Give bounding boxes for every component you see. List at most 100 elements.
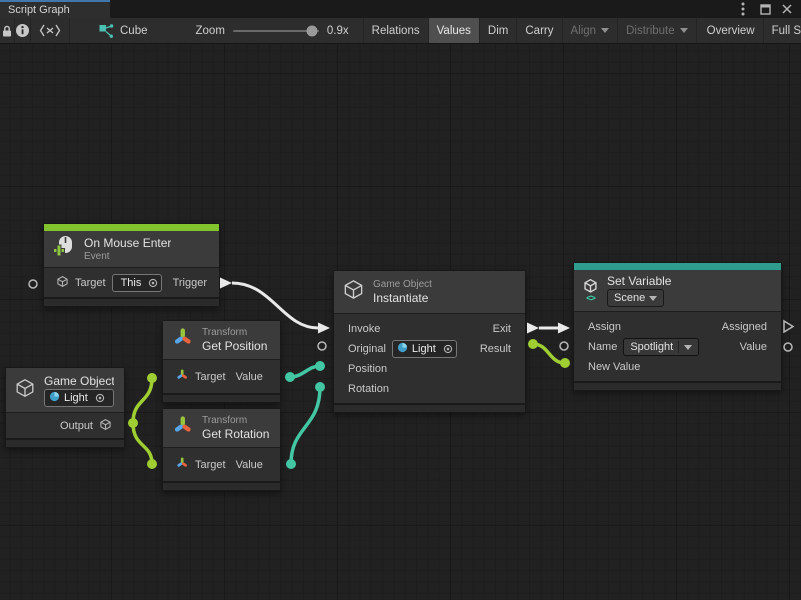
node-footer bbox=[334, 403, 525, 412]
zoom-label: Zoom bbox=[196, 25, 225, 37]
carry-button[interactable]: Carry bbox=[517, 18, 562, 43]
cube-icon bbox=[14, 377, 36, 404]
graph-icon bbox=[98, 23, 114, 39]
port-label-exit: Exit bbox=[493, 323, 511, 335]
variable-scope-dropdown[interactable]: Scene bbox=[607, 289, 664, 307]
object-picker-icon[interactable] bbox=[92, 393, 108, 403]
port-getrotation-target[interactable] bbox=[147, 459, 157, 469]
port-label-trigger: Trigger bbox=[173, 277, 207, 289]
node-title: Game Object bbox=[44, 374, 114, 388]
node-subtitle: Event bbox=[84, 251, 171, 262]
transform-icon bbox=[175, 368, 189, 385]
node-game-object-light[interactable]: Game Object Light Output bbox=[5, 367, 125, 448]
port-position[interactable] bbox=[315, 361, 325, 371]
transform-icon bbox=[171, 326, 194, 354]
graph-context: Cube bbox=[88, 18, 158, 43]
node-get-position[interactable]: Transform Get Position Target Value bbox=[162, 320, 281, 403]
node-footer bbox=[6, 438, 124, 447]
align-button[interactable]: Align bbox=[563, 18, 619, 43]
port-label-value: Value bbox=[236, 459, 263, 471]
port-label-value: Value bbox=[236, 371, 263, 383]
port-label-position: Position bbox=[348, 363, 387, 375]
node-get-rotation[interactable]: Transform Get Rotation Target Value bbox=[162, 408, 281, 491]
variable-color-bar bbox=[574, 263, 781, 270]
chevron-down-icon bbox=[601, 28, 609, 33]
tab-script-graph[interactable]: Script Graph bbox=[0, 0, 110, 18]
port-label-assign: Assign bbox=[588, 321, 621, 333]
node-title: Get Position bbox=[202, 339, 267, 353]
port-getposition-value[interactable] bbox=[285, 372, 295, 382]
chevron-down-icon bbox=[649, 296, 657, 301]
port-label-result: Result bbox=[480, 343, 511, 355]
node-on-mouse-enter[interactable]: On Mouse Enter Event Target This Trigger bbox=[43, 223, 220, 307]
kebab-menu-icon[interactable] bbox=[737, 3, 749, 15]
window-controls bbox=[737, 0, 801, 18]
unity-logo-icon: <> bbox=[582, 279, 599, 302]
cube-icon bbox=[56, 275, 69, 291]
port-result[interactable] bbox=[528, 339, 538, 349]
port-label-assigned: Assigned bbox=[722, 321, 767, 333]
lock-button[interactable] bbox=[0, 18, 15, 43]
port-label-output: Output bbox=[60, 420, 93, 432]
mouse-event-icon bbox=[52, 235, 76, 264]
graph-name: Cube bbox=[120, 25, 148, 37]
node-title: Get Rotation bbox=[202, 427, 269, 441]
close-icon[interactable] bbox=[781, 3, 793, 15]
values-button[interactable]: Values bbox=[429, 18, 480, 43]
port-getposition-target[interactable] bbox=[147, 373, 157, 383]
tab-bar: Script Graph bbox=[0, 0, 801, 18]
port-rotation[interactable] bbox=[315, 382, 325, 392]
original-object-field[interactable]: Light bbox=[392, 340, 457, 358]
port-output[interactable] bbox=[128, 418, 138, 428]
node-group: Game Object bbox=[373, 279, 432, 290]
transform-icon bbox=[171, 414, 194, 442]
info-icon bbox=[15, 23, 30, 38]
port-label-target: Target bbox=[195, 459, 226, 471]
zoom-slider[interactable] bbox=[233, 30, 319, 32]
node-set-variable[interactable]: <> Set Variable Scene Assign Assigned Na… bbox=[573, 262, 782, 391]
event-color-bar bbox=[44, 224, 219, 231]
dim-button[interactable]: Dim bbox=[480, 18, 517, 43]
node-group: Transform bbox=[202, 327, 267, 338]
node-title: Set Variable bbox=[607, 274, 671, 288]
variable-name-dropdown[interactable]: Spotlight bbox=[623, 338, 699, 356]
zoom-value: 0.9x bbox=[327, 25, 349, 37]
port-label-target: Target bbox=[195, 371, 226, 383]
info-button[interactable] bbox=[15, 18, 31, 43]
unity-object-icon bbox=[397, 342, 408, 356]
relations-button[interactable]: Relations bbox=[363, 18, 429, 43]
cube-icon bbox=[342, 278, 365, 306]
node-footer bbox=[163, 481, 280, 490]
port-label-target: Target bbox=[75, 277, 106, 289]
node-group: Transform bbox=[202, 415, 269, 426]
zoom-slider-handle[interactable] bbox=[307, 25, 318, 36]
this-object-field[interactable]: This bbox=[112, 274, 163, 292]
tab-title: Script Graph bbox=[8, 4, 70, 16]
node-footer bbox=[163, 393, 280, 402]
node-footer bbox=[574, 381, 781, 390]
node-instantiate[interactable]: Game Object Instantiate Invoke Exit Orig… bbox=[333, 270, 526, 413]
fullscreen-button[interactable]: Full Screen bbox=[764, 18, 801, 43]
node-title: On Mouse Enter bbox=[84, 236, 171, 250]
port-label-value: Value bbox=[740, 341, 767, 353]
lock-icon bbox=[0, 24, 14, 38]
object-picker-icon[interactable] bbox=[440, 344, 456, 354]
light-object-field[interactable]: Light bbox=[44, 389, 114, 407]
port-label-rotation: Rotation bbox=[348, 383, 389, 395]
overview-button[interactable]: Overview bbox=[699, 18, 764, 43]
chevron-down-icon bbox=[684, 345, 692, 350]
port-newvalue[interactable] bbox=[560, 358, 570, 368]
zoom-control: Zoom 0.9x bbox=[186, 18, 359, 43]
object-picker-icon[interactable] bbox=[145, 278, 161, 288]
distribute-button[interactable]: Distribute bbox=[618, 18, 697, 43]
variables-button[interactable] bbox=[31, 18, 70, 43]
graph-toolbar: Cube Zoom 0.9x Relations Values Dim Carr… bbox=[0, 18, 801, 44]
maximize-icon[interactable] bbox=[759, 3, 771, 15]
cube-icon bbox=[99, 418, 112, 434]
port-label-original: Original bbox=[348, 343, 386, 355]
node-title: Instantiate bbox=[373, 291, 432, 305]
port-getrotation-value[interactable] bbox=[286, 459, 296, 469]
port-label-invoke: Invoke bbox=[348, 323, 380, 335]
code-brackets-icon: <> bbox=[586, 294, 595, 302]
chevron-down-icon bbox=[680, 28, 688, 33]
